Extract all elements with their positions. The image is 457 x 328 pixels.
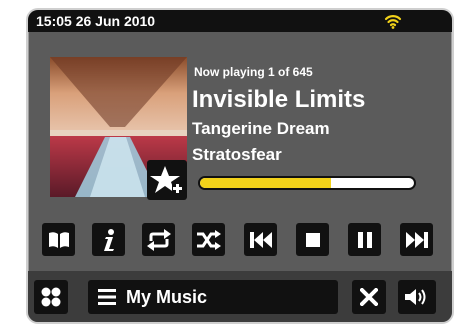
track-album: Stratosfear bbox=[192, 145, 282, 164]
device-screen: 15:05 26 Jun 2010 Now playing 1 of 645 I… bbox=[26, 8, 454, 324]
status-datetime: 15:05 26 Jun 2010 bbox=[36, 13, 156, 29]
bookmarks-button[interactable] bbox=[42, 223, 75, 256]
progress-bar[interactable] bbox=[198, 176, 416, 190]
now-playing-position: Now playing 1 of 645 bbox=[194, 65, 313, 79]
add-favourite-button[interactable] bbox=[147, 160, 187, 200]
stop-button[interactable] bbox=[296, 223, 329, 256]
volume-button[interactable] bbox=[398, 280, 436, 314]
pause-button[interactable] bbox=[348, 223, 381, 256]
track-artist: Tangerine Dream bbox=[192, 119, 330, 138]
shuffle-button[interactable] bbox=[192, 223, 225, 256]
skip-forward-icon bbox=[405, 231, 428, 248]
skip-back-icon bbox=[249, 231, 272, 248]
previous-button[interactable] bbox=[244, 223, 277, 256]
playback-controls bbox=[28, 223, 452, 259]
close-icon bbox=[360, 288, 378, 306]
next-button[interactable] bbox=[400, 223, 433, 256]
source-selector-button[interactable]: My Music bbox=[88, 280, 338, 314]
info-button[interactable] bbox=[92, 223, 125, 256]
stop-icon bbox=[305, 232, 320, 247]
repeat-button[interactable] bbox=[142, 223, 175, 256]
status-bar: 15:05 26 Jun 2010 bbox=[28, 10, 452, 32]
source-label: My Music bbox=[126, 287, 208, 307]
close-button[interactable] bbox=[352, 280, 386, 314]
repeat-icon bbox=[146, 228, 171, 251]
main-menu-button[interactable] bbox=[34, 280, 68, 314]
list-icon bbox=[98, 289, 116, 310]
volume-icon bbox=[405, 289, 426, 305]
wifi-icon bbox=[384, 12, 402, 30]
bottom-bar: My Music bbox=[28, 271, 452, 322]
progress-fill bbox=[200, 178, 331, 188]
track-title: Invisible Limits bbox=[192, 86, 366, 113]
menu-icon bbox=[41, 287, 61, 307]
info-icon bbox=[103, 228, 114, 251]
pause-icon bbox=[357, 231, 372, 248]
shuffle-icon bbox=[196, 229, 221, 250]
book-icon bbox=[48, 231, 69, 248]
star-add-icon bbox=[150, 166, 183, 194]
